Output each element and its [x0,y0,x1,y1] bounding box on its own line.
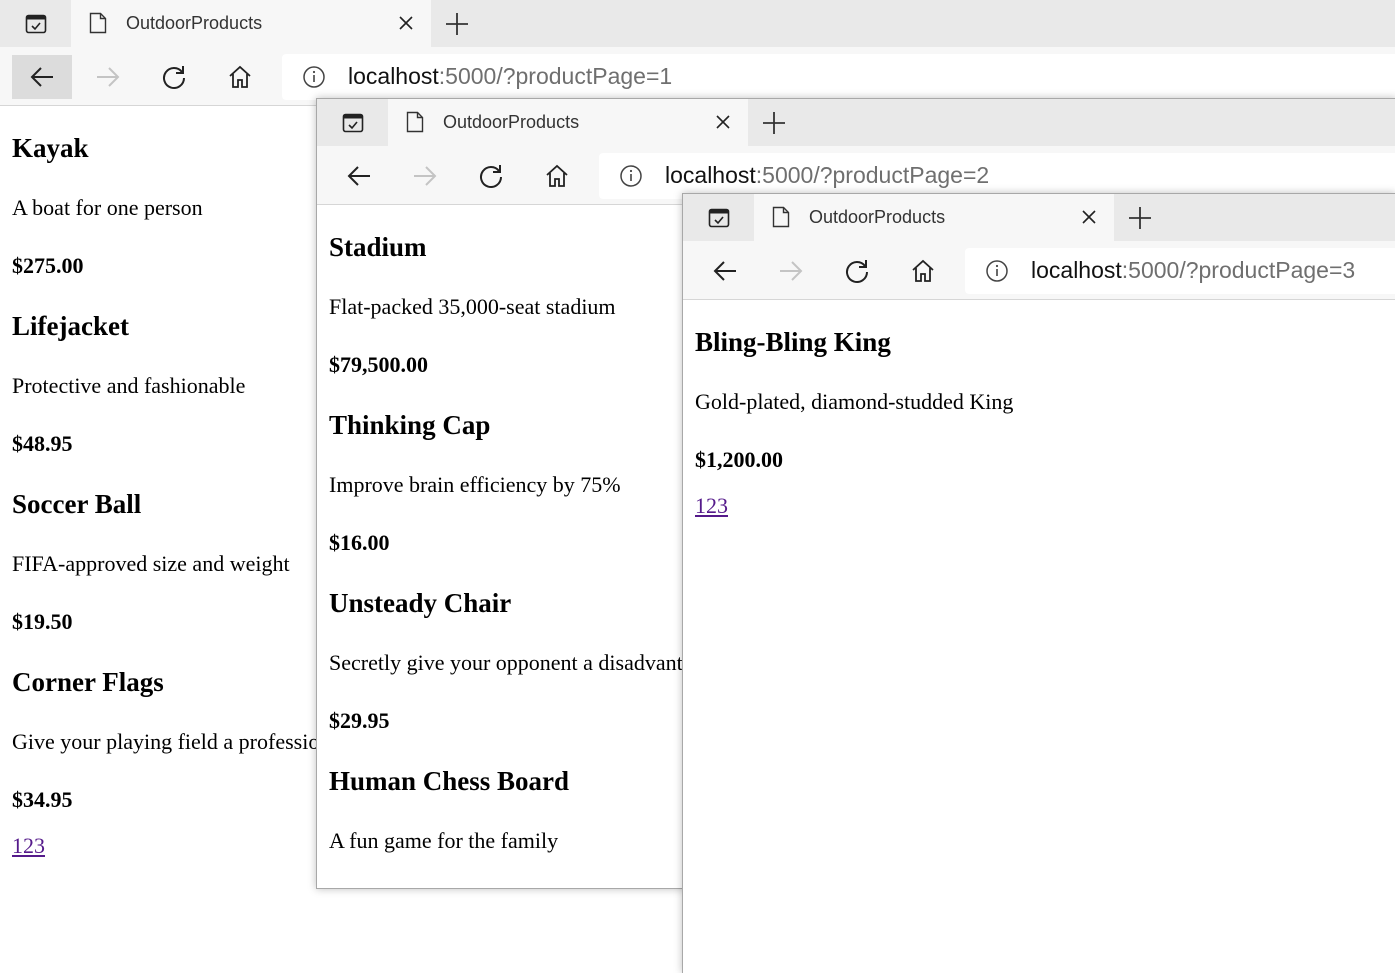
product-price: $29.95 [329,708,390,733]
site-info-icon[interactable] [302,65,326,89]
product-name: Kayak [12,133,89,163]
back-arrow-icon [30,67,53,87]
home-button[interactable] [527,154,587,198]
back-button[interactable] [12,55,72,99]
url-host: localhost [348,63,439,89]
browser-tab[interactable]: OutdoorProducts [754,194,1114,241]
home-icon [912,259,934,282]
forward-button[interactable] [78,55,138,99]
product-description: A boat for one person [12,195,203,220]
pagination-links[interactable]: 123 [12,833,45,859]
tab-actions-icon[interactable] [707,206,731,230]
back-arrow-icon [713,261,736,281]
new-tab-icon[interactable] [444,11,470,37]
product-name: Thinking Cap [329,410,491,440]
reload-icon [846,260,868,283]
home-icon [229,65,251,88]
reload-button[interactable] [827,249,887,293]
reload-icon [480,165,502,188]
close-tab-icon[interactable] [714,113,732,131]
forward-arrow-icon [97,67,120,87]
tab-actions-icon[interactable] [24,12,48,36]
site-info-icon[interactable] [985,259,1009,283]
product-price: $19.50 [12,609,73,634]
url-text[interactable]: localhost:5000/?productPage=3 [1031,257,1355,284]
page-icon [406,111,424,133]
tab-title: OutdoorProducts [126,13,263,33]
reload-button[interactable] [144,55,204,99]
back-button[interactable] [329,154,389,198]
product-name: Stadium [329,232,427,262]
url-path: :5000/?productPage=1 [438,63,673,89]
tab-actions-icon[interactable] [341,111,365,135]
url-text[interactable]: localhost:5000/?productPage=2 [665,162,989,189]
url-path: :5000/?productPage=3 [1121,257,1356,283]
back-button[interactable] [695,249,755,293]
home-button[interactable] [893,249,953,293]
product-name: Soccer Ball [12,489,142,519]
new-tab-icon[interactable] [761,110,787,136]
url-host: localhost [1031,257,1122,283]
product-item: Bling-Bling King Gold-plated, diamond-stu… [695,299,1395,477]
site-info-icon[interactable] [619,164,643,188]
product-name: Bling-Bling King [695,327,891,357]
browser-tab[interactable]: OutdoorProducts [71,0,431,47]
product-price: $16.00 [329,530,390,555]
product-name: Lifejacket [12,311,129,341]
product-description: Protective and fashionable [12,373,246,398]
url-path: :5000/?productPage=2 [755,162,990,188]
address-bar[interactable]: localhost:5000/?productPage=1 [282,54,1395,100]
browser-toolbar: localhost:5000/?productPage=3 [683,241,1395,300]
product-name: Unsteady Chair [329,588,512,618]
tab-strip: OutdoorProducts [683,194,1395,241]
product-price: $34.95 [12,787,73,812]
pagination-links[interactable]: 123 [695,493,728,519]
tab-strip: OutdoorProducts [0,0,1395,47]
product-name: Human Chess Board [329,766,570,796]
product-price: $79,500.00 [329,352,428,377]
product-description: Gold-plated, diamond-studded King [695,389,1014,414]
home-icon [546,164,568,187]
page-icon [772,206,790,228]
home-button[interactable] [210,55,270,99]
product-name: Corner Flags [12,667,164,697]
product-price: $48.95 [12,431,73,456]
product-description: Improve brain efficiency by 75% [329,472,621,497]
close-tab-icon[interactable] [397,14,415,32]
address-bar[interactable]: localhost:5000/?productPage=3 [965,248,1395,294]
product-description: Secretly give your opponent a disadvanta… [329,650,714,675]
product-description: FIFA-approved size and weight [12,551,290,576]
browser-window-page-3: OutdoorProducts localhost:5000/?productP… [682,193,1395,973]
product-description: A fun game for the family [329,828,559,853]
product-price: $1,200.00 [695,447,783,472]
forward-button[interactable] [761,249,821,293]
forward-arrow-icon [414,166,437,186]
forward-button[interactable] [395,154,455,198]
forward-arrow-icon [780,261,803,281]
url-host: localhost [665,162,756,188]
new-tab-icon[interactable] [1127,205,1153,231]
product-list: Bling-Bling King Gold-plated, diamond-stu… [695,299,1395,518]
reload-button[interactable] [461,154,521,198]
product-price: $275.00 [12,253,84,278]
page-icon [89,12,107,34]
product-description: Flat-packed 35,000-seat stadium [329,294,616,319]
close-tab-icon[interactable] [1080,208,1098,226]
back-arrow-icon [347,166,370,186]
tab-strip: OutdoorProducts [317,99,1395,146]
reload-icon [163,66,185,89]
tab-title: OutdoorProducts [443,112,580,132]
url-text[interactable]: localhost:5000/?productPage=1 [348,63,672,90]
tab-title: OutdoorProducts [809,207,946,227]
browser-tab[interactable]: OutdoorProducts [388,99,748,146]
